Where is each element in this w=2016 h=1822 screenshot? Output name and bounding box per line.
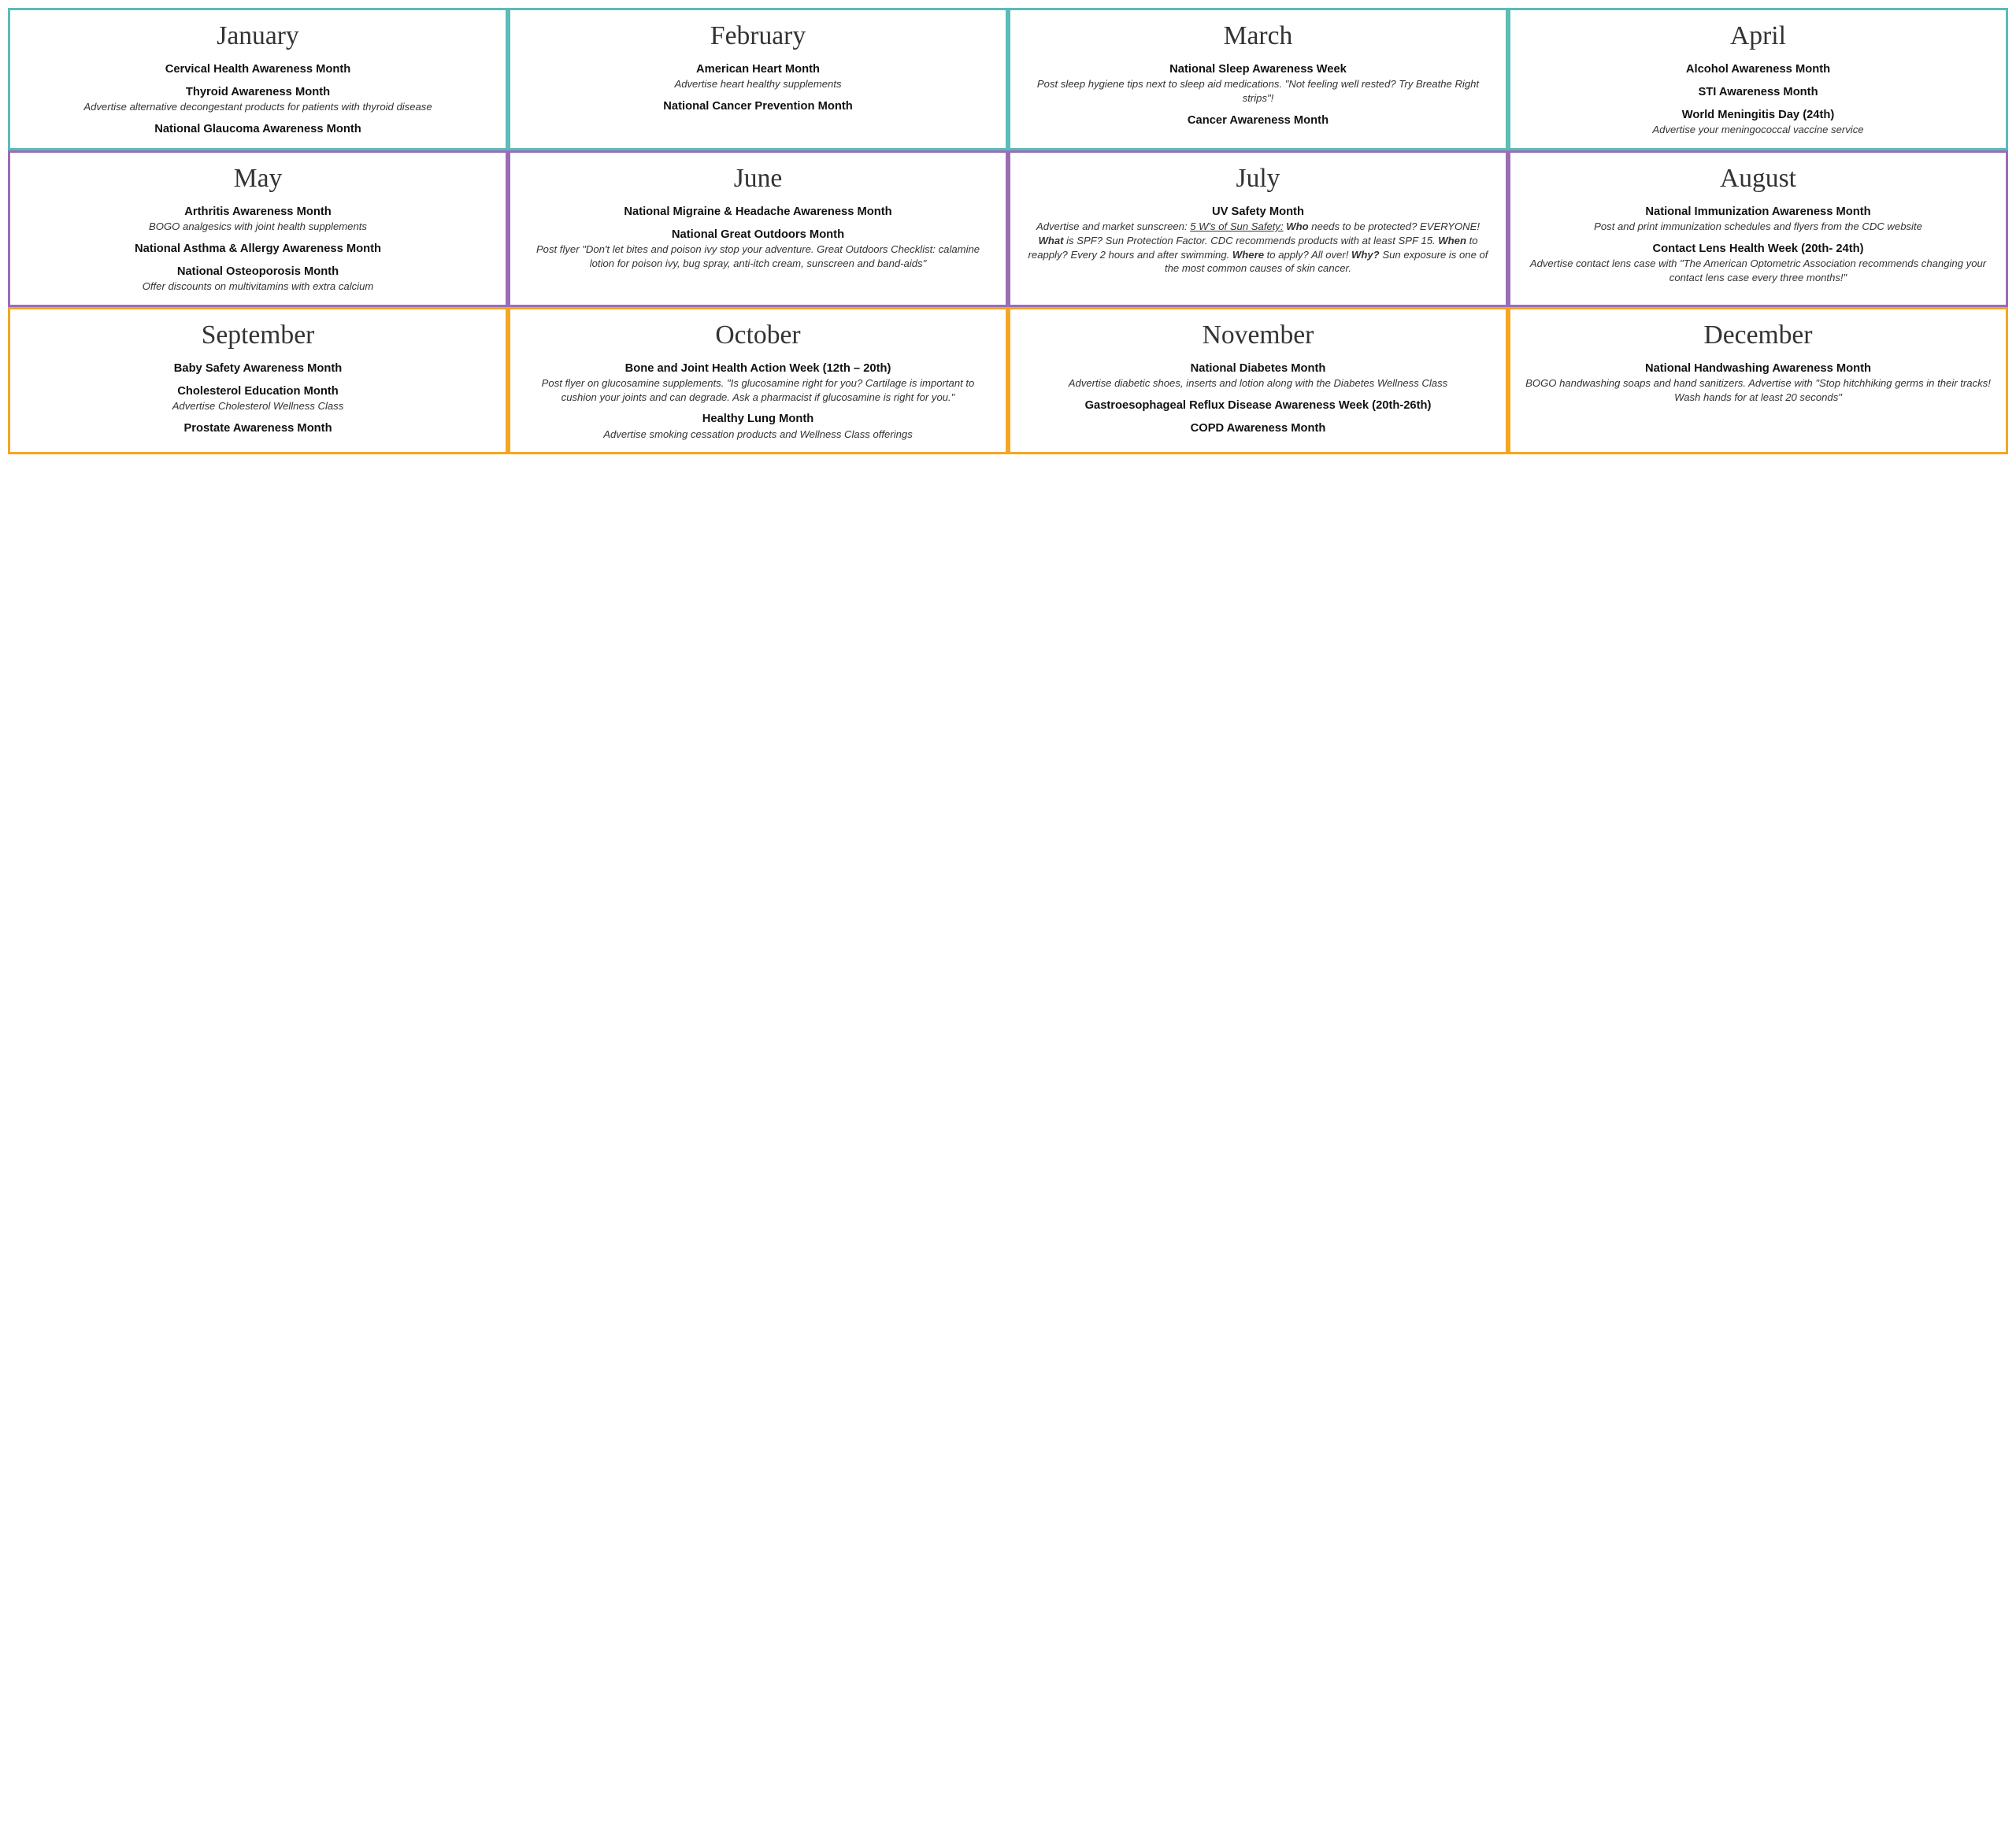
event-block-november-1: Gastroesophageal Reflux Disease Awarenes… (1023, 398, 1493, 413)
event-desc-march-0: Post sleep hygiene tips next to sleep ai… (1023, 77, 1493, 105)
event-title-september-0: Baby Safety Awareness Month (23, 361, 493, 376)
event-title-january-2: National Glaucoma Awareness Month (23, 122, 493, 137)
event-desc-august-0: Post and print immunization schedules an… (1523, 220, 1993, 234)
month-card-july: July UV Safety MonthAdvertise and market … (1008, 150, 1508, 307)
month-title-april: April (1523, 21, 1993, 51)
event-block-january-0: Cervical Health Awareness Month (23, 62, 493, 77)
month-card-june: June National Migraine & Headache Awarene… (508, 150, 1008, 307)
event-title-september-1: Cholesterol Education Month (23, 384, 493, 399)
event-block-november-2: COPD Awareness Month (1023, 421, 1493, 436)
event-title-april-2: World Meningitis Day (24th) (1523, 108, 1993, 123)
calendar-grid: January Cervical Health Awareness Month Th… (8, 8, 2008, 454)
event-block-september-1: Cholesterol Education MonthAdvertise Cho… (23, 384, 493, 413)
event-title-may-2: National Osteoporosis Month (23, 265, 493, 280)
event-desc-april-2: Advertise your meningococcal vaccine ser… (1523, 123, 1993, 137)
event-title-october-1: Healthy Lung Month (523, 412, 993, 427)
event-block-december-0: National Handwashing Awareness MonthBOGO… (1523, 361, 1993, 405)
event-block-october-0: Bone and Joint Health Action Week (12th … (523, 361, 993, 405)
month-title-october: October (523, 320, 993, 350)
event-title-november-0: National Diabetes Month (1023, 361, 1493, 376)
month-title-february: February (523, 21, 993, 51)
event-desc-august-1: Advertise contact lens case with "The Am… (1523, 257, 1993, 284)
month-title-november: November (1023, 320, 1493, 350)
month-card-april: April Alcohol Awareness Month STI Awarenes… (1508, 8, 2008, 150)
event-block-march-1: Cancer Awareness Month (1023, 113, 1493, 128)
event-title-january-0: Cervical Health Awareness Month (23, 62, 493, 77)
event-block-january-2: National Glaucoma Awareness Month (23, 122, 493, 137)
event-block-april-2: World Meningitis Day (24th)Advertise you… (1523, 108, 1993, 137)
event-desc-july-0: Advertise and market sunscreen: 5 W's of… (1023, 220, 1493, 276)
month-title-march: March (1023, 21, 1493, 51)
event-block-february-1: National Cancer Prevention Month (523, 99, 993, 114)
event-title-january-1: Thyroid Awareness Month (23, 85, 493, 100)
event-title-july-0: UV Safety Month (1023, 205, 1493, 220)
event-desc-december-0: BOGO handwashing soaps and hand sanitize… (1523, 376, 1993, 404)
month-card-october: October Bone and Joint Health Action Week… (508, 307, 1008, 454)
month-title-may: May (23, 164, 493, 194)
month-card-january: January Cervical Health Awareness Month Th… (8, 8, 508, 150)
month-card-february: February American Heart MonthAdvertise he… (508, 8, 1008, 150)
event-block-august-0: National Immunization Awareness MonthPos… (1523, 205, 1993, 234)
event-block-june-0: National Migraine & Headache Awareness M… (523, 205, 993, 220)
event-title-october-0: Bone and Joint Health Action Week (12th … (523, 361, 993, 376)
event-title-april-0: Alcohol Awareness Month (1523, 62, 1993, 77)
event-block-april-1: STI Awareness Month (1523, 85, 1993, 100)
event-title-march-0: National Sleep Awareness Week (1023, 62, 1493, 77)
event-block-march-0: National Sleep Awareness WeekPost sleep … (1023, 62, 1493, 106)
month-card-march: March National Sleep Awareness WeekPost s… (1008, 8, 1508, 150)
event-title-march-1: Cancer Awareness Month (1023, 113, 1493, 128)
event-block-june-1: National Great Outdoors MonthPost flyer … (523, 228, 993, 271)
event-block-october-1: Healthy Lung MonthAdvertise smoking cess… (523, 412, 993, 441)
event-block-may-1: National Asthma & Allergy Awareness Mont… (23, 242, 493, 257)
event-block-july-0: UV Safety MonthAdvertise and market suns… (1023, 205, 1493, 276)
month-title-august: August (1523, 164, 1993, 194)
event-desc-october-0: Post flyer on glucosamine supplements. "… (523, 376, 993, 404)
month-title-september: September (23, 320, 493, 350)
event-title-november-2: COPD Awareness Month (1023, 421, 1493, 436)
month-card-august: August National Immunization Awareness Mo… (1508, 150, 2008, 307)
event-block-may-2: National Osteoporosis MonthOffer discoun… (23, 265, 493, 294)
event-title-april-1: STI Awareness Month (1523, 85, 1993, 100)
event-title-may-1: National Asthma & Allergy Awareness Mont… (23, 242, 493, 257)
event-desc-september-1: Advertise Cholesterol Wellness Class (23, 399, 493, 413)
event-title-may-0: Arthritis Awareness Month (23, 205, 493, 220)
month-title-january: January (23, 21, 493, 51)
event-desc-october-1: Advertise smoking cessation products and… (523, 428, 993, 442)
event-desc-june-1: Post flyer "Don't let bites and poison i… (523, 243, 993, 270)
event-desc-january-1: Advertise alternative decongestant produ… (23, 100, 493, 114)
month-title-december: December (1523, 320, 1993, 350)
event-title-june-1: National Great Outdoors Month (523, 228, 993, 243)
event-title-june-0: National Migraine & Headache Awareness M… (523, 205, 993, 220)
month-card-november: November National Diabetes MonthAdvertise… (1008, 307, 1508, 454)
event-title-november-1: Gastroesophageal Reflux Disease Awarenes… (1023, 398, 1493, 413)
event-desc-may-2: Offer discounts on multivitamins with ex… (23, 280, 493, 294)
month-card-december: December National Handwashing Awareness M… (1508, 307, 2008, 454)
event-block-september-0: Baby Safety Awareness Month (23, 361, 493, 376)
event-block-february-0: American Heart MonthAdvertise heart heal… (523, 62, 993, 91)
month-card-may: May Arthritis Awareness MonthBOGO analges… (8, 150, 508, 307)
event-desc-november-0: Advertise diabetic shoes, inserts and lo… (1023, 376, 1493, 391)
event-block-september-2: Prostate Awareness Month (23, 421, 493, 436)
event-title-august-0: National Immunization Awareness Month (1523, 205, 1993, 220)
event-title-february-1: National Cancer Prevention Month (523, 99, 993, 114)
event-block-january-1: Thyroid Awareness MonthAdvertise alterna… (23, 85, 493, 114)
event-title-august-1: Contact Lens Health Week (20th- 24th) (1523, 242, 1993, 257)
event-block-april-0: Alcohol Awareness Month (1523, 62, 1993, 77)
event-title-september-2: Prostate Awareness Month (23, 421, 493, 436)
event-block-august-1: Contact Lens Health Week (20th- 24th)Adv… (1523, 242, 1993, 285)
event-desc-february-0: Advertise heart healthy supplements (523, 77, 993, 91)
month-title-july: July (1023, 164, 1493, 194)
event-title-february-0: American Heart Month (523, 62, 993, 77)
event-block-november-0: National Diabetes MonthAdvertise diabeti… (1023, 361, 1493, 391)
event-block-may-0: Arthritis Awareness MonthBOGO analgesics… (23, 205, 493, 234)
event-desc-may-0: BOGO analgesics with joint health supple… (23, 220, 493, 234)
event-title-december-0: National Handwashing Awareness Month (1523, 361, 1993, 376)
month-card-september: September Baby Safety Awareness Month Chol… (8, 307, 508, 454)
month-title-june: June (523, 164, 993, 194)
